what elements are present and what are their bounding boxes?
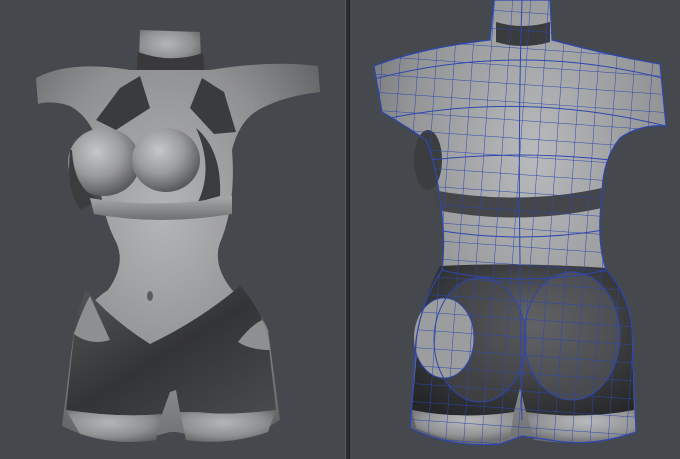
navel [147,291,153,301]
modeling-app [0,0,680,459]
front-model [36,30,320,442]
viewport-back-wireframe[interactable] [350,0,680,459]
breast-right [132,128,200,192]
viewport-front-solid[interactable] [0,0,345,459]
back-model [373,0,667,446]
leg-right [180,410,276,442]
wireframe-overlay [374,0,666,445]
